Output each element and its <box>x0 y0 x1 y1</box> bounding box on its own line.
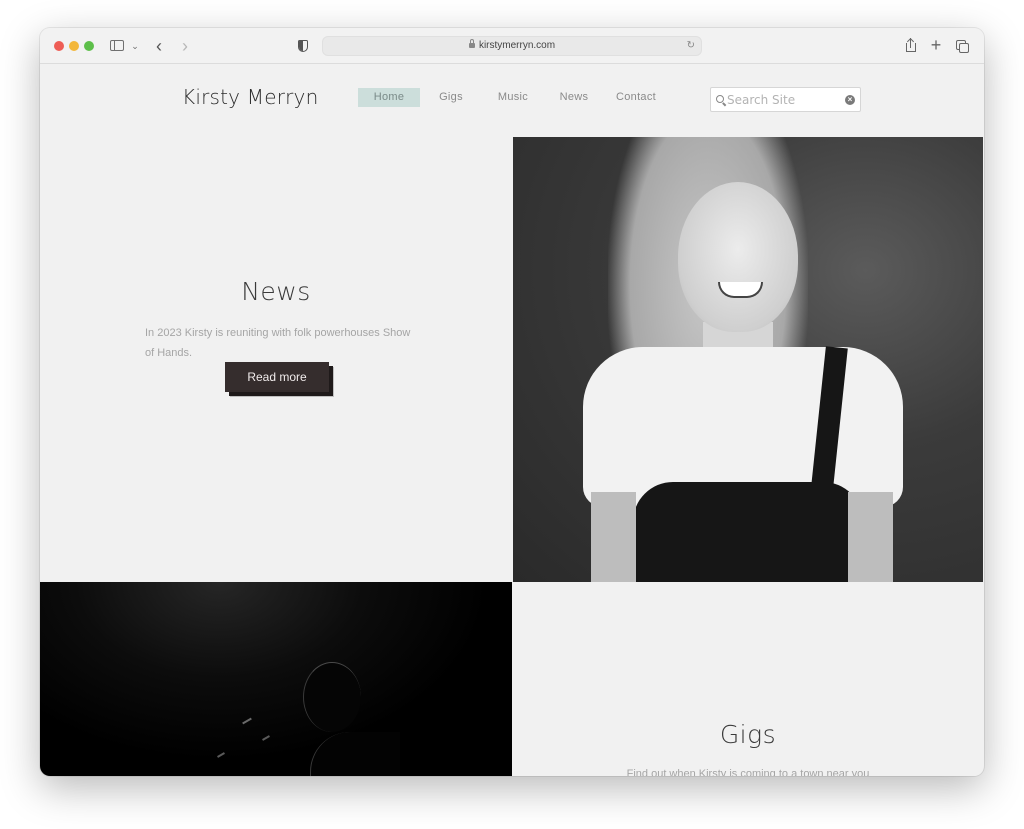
nav-music[interactable]: Music <box>482 88 544 107</box>
news-text: In 2023 Kirsty is reuniting with folk po… <box>145 327 411 359</box>
performer-body <box>310 732 400 776</box>
nav-news[interactable]: News <box>544 88 604 107</box>
portrait-arm-left <box>591 492 636 582</box>
portrait-face <box>678 182 798 332</box>
instrument-glint <box>262 735 270 741</box>
privacy-shield-icon[interactable] <box>296 37 310 55</box>
site-logo[interactable]: Kirsty Merryn <box>182 85 318 109</box>
search-input[interactable] <box>727 90 839 109</box>
portrait-arm-right <box>848 492 893 582</box>
maximize-window-button[interactable] <box>84 41 94 51</box>
clear-search-icon[interactable]: × <box>845 95 855 105</box>
browser-window: ⌄ ‹ › kirstymerryn.com ↻ + Kirsty Merryn… <box>40 28 984 776</box>
site-header: Kirsty Merryn Home Gigs Music News Conta… <box>40 65 984 137</box>
portrait-image <box>513 137 983 582</box>
browser-toolbar: ⌄ ‹ › kirstymerryn.com ↻ + <box>40 28 984 64</box>
portrait-dress <box>633 482 863 582</box>
read-more-button[interactable]: Read more <box>225 362 329 392</box>
close-window-button[interactable] <box>54 41 64 51</box>
tab-overview-icon[interactable] <box>955 37 971 55</box>
chevron-down-icon[interactable]: ⌄ <box>130 37 140 55</box>
nav-home[interactable]: Home <box>358 88 420 107</box>
gigs-section: Gigs Find out when Kirsty is coming to a… <box>513 582 983 776</box>
minimize-window-button[interactable] <box>69 41 79 51</box>
performer-head <box>303 662 361 732</box>
main-nav: Home Gigs Music News Contact <box>358 88 668 107</box>
reload-icon[interactable]: ↻ <box>687 37 695 55</box>
nav-gigs[interactable]: Gigs <box>420 88 482 107</box>
gigs-heading: Gigs <box>719 720 777 749</box>
news-section: News In 2023 Kirsty is reuniting with fo… <box>40 137 512 582</box>
instrument-glint <box>242 717 252 725</box>
back-icon[interactable]: ‹ <box>152 37 166 55</box>
share-icon[interactable] <box>904 37 918 55</box>
new-tab-icon[interactable]: + <box>929 36 943 55</box>
gigs-text: Find out when Kirsty is coming to a town… <box>626 768 870 776</box>
stage-image <box>40 582 512 776</box>
nav-contact[interactable]: Contact <box>604 88 668 107</box>
search-box: × <box>710 87 861 112</box>
search-icon <box>716 95 724 103</box>
forward-icon[interactable]: › <box>178 37 192 55</box>
instrument-glint <box>217 752 225 758</box>
news-heading: News <box>241 277 311 306</box>
url-text: kirstymerryn.com <box>478 40 556 51</box>
sidebar-toggle-icon[interactable] <box>110 37 124 55</box>
lock-icon <box>468 39 475 48</box>
address-bar[interactable]: kirstymerryn.com ↻ <box>322 36 702 56</box>
